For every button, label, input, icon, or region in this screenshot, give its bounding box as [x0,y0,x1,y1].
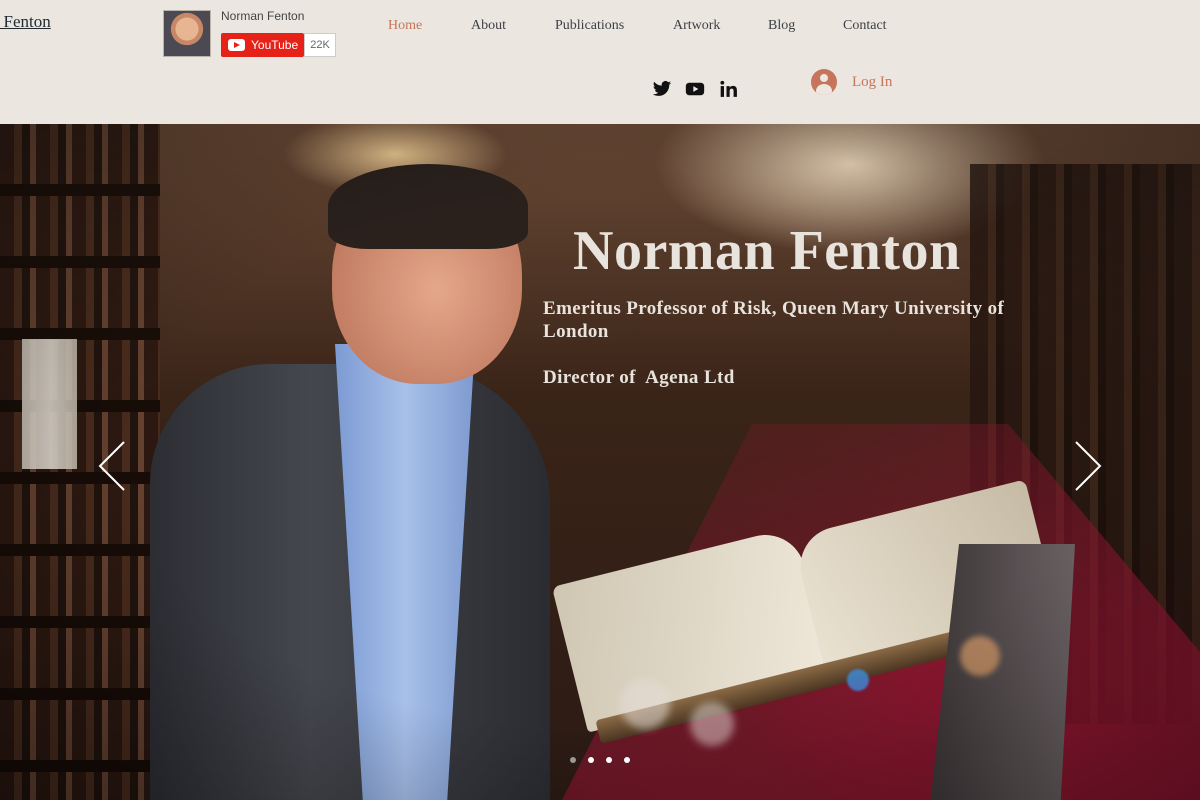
slide-dot[interactable] [606,757,612,763]
hero-subtitle-company: Director of Agena Ltd [543,367,735,388]
youtube-subscribe-button[interactable]: YouTube [221,33,304,57]
chevron-right-icon [1075,441,1102,491]
user-avatar-icon [811,69,837,95]
slide-dot[interactable] [570,757,576,763]
twitter-icon[interactable] [652,79,672,99]
prev-slide-button[interactable] [98,441,126,491]
slide-dot[interactable] [588,757,594,763]
youtube-subscriber-count: 22K [304,33,336,57]
linkedin-icon[interactable] [719,79,739,99]
hero-title: Norman Fenton [573,220,961,282]
nav-item-artwork[interactable]: Artwork [673,18,720,34]
site-title-link[interactable]: man Fenton [0,12,51,32]
nav-item-home[interactable]: Home [388,18,422,34]
site-header: man Fenton Norman Fenton YouTube 22K Hom… [0,0,1200,124]
chevron-left-icon [98,441,125,491]
login-label: Log In [852,73,893,90]
slide-dot[interactable] [624,757,630,763]
nav-item-blog[interactable]: Blog [768,18,795,34]
youtube-channel-name[interactable]: Norman Fenton [221,9,304,23]
next-slide-button[interactable] [1074,441,1102,491]
nav-item-contact[interactable]: Contact [843,18,887,34]
login-button[interactable]: Log In [811,68,892,96]
hero-slideshow: Norman Fenton Emeritus Professor of Risk… [0,124,1200,800]
youtube-icon[interactable] [685,79,705,99]
youtube-play-icon [228,39,245,51]
nav-item-publications[interactable]: Publications [555,18,624,34]
nav-item-about[interactable]: About [471,18,506,34]
youtube-button-label: YouTube [251,38,299,52]
channel-avatar[interactable] [163,10,211,57]
hero-subtitle-role: Emeritus Professor of Risk, Queen Mary U… [543,298,1005,342]
